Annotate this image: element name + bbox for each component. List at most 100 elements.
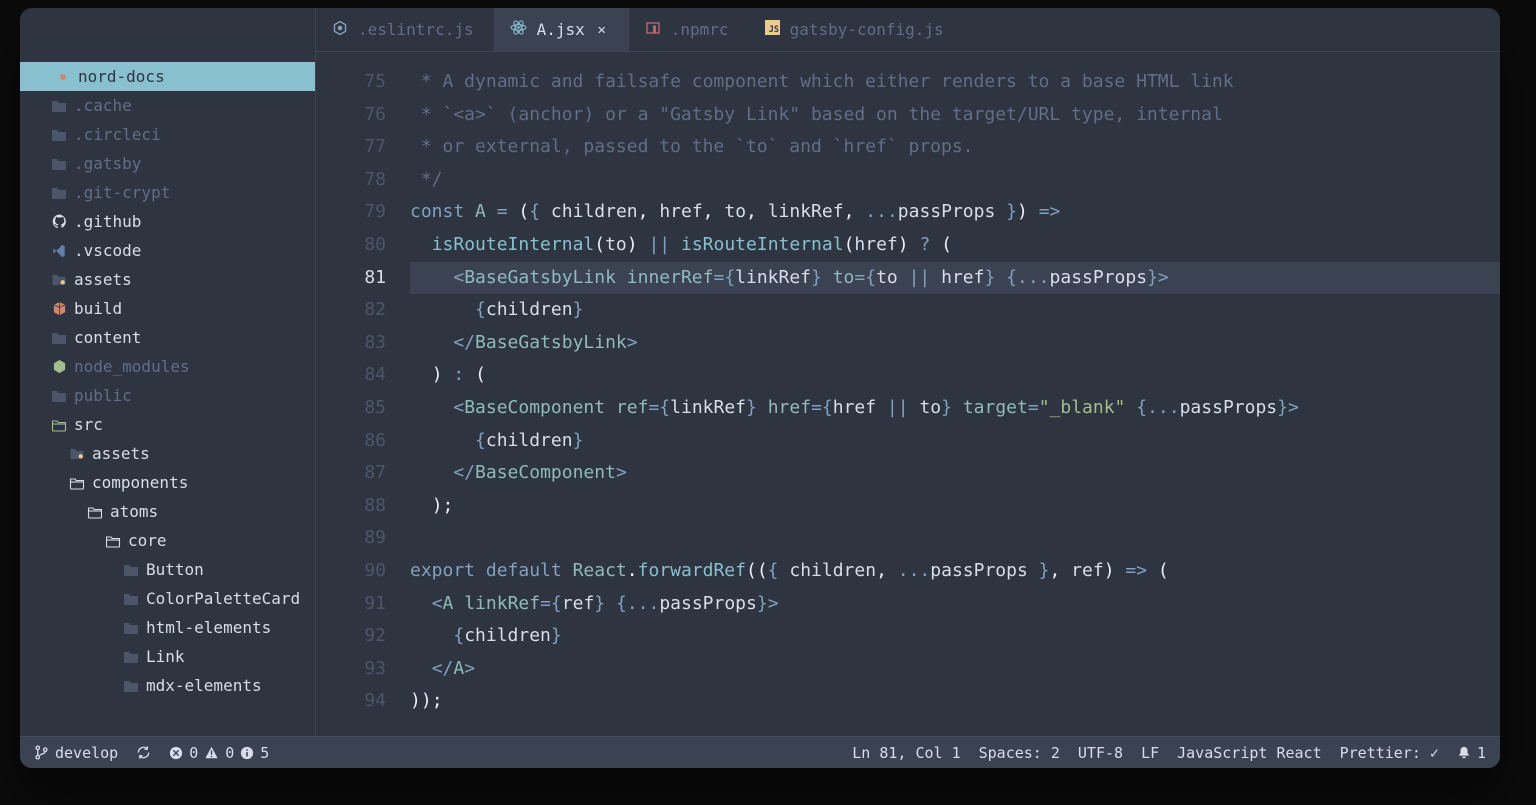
tree-item[interactable]: node_modules (20, 352, 315, 381)
folder-open-src-icon (50, 416, 68, 434)
editor-tab[interactable]: A.jsx✕ (494, 8, 629, 51)
tree-item[interactable]: core (20, 526, 315, 555)
editor-main: .eslintrc.js A.jsx✕.npmrcJSgatsby-config.… (316, 8, 1500, 736)
code-line[interactable] (410, 522, 1500, 555)
sync-button[interactable] (136, 745, 151, 760)
line-number: 78 (316, 164, 386, 197)
tree-root-label: nord-docs (78, 67, 165, 86)
code-line[interactable]: */ (410, 164, 1500, 197)
code-area[interactable]: * A dynamic and failsafe component which… (410, 66, 1500, 736)
tree-item[interactable]: Link (20, 642, 315, 671)
tree-item[interactable]: mdx-elements (20, 671, 315, 700)
code-line[interactable]: {children} (410, 294, 1500, 327)
tree-item-label: mdx-elements (146, 676, 262, 695)
editor-window: nord-docs .cache.circleci.gatsby .git-cry… (20, 8, 1500, 768)
tree-item-label: content (74, 328, 141, 347)
tree-item[interactable]: .cache (20, 91, 315, 120)
line-number: 76 (316, 99, 386, 132)
folder-icon (122, 619, 140, 637)
code-line[interactable]: export default React.forwardRef(({ child… (410, 555, 1500, 588)
tree-item[interactable]: .circleci (20, 120, 315, 149)
code-line[interactable]: ); (410, 490, 1500, 523)
tab-bar[interactable]: .eslintrc.js A.jsx✕.npmrcJSgatsby-config.… (316, 8, 1500, 52)
prettier-status[interactable]: Prettier: ✓ (1340, 744, 1439, 762)
tree-item-label: atoms (110, 502, 158, 521)
folder-icon (122, 648, 140, 666)
line-number: 90 (316, 555, 386, 588)
code-line[interactable]: ) : ( (410, 359, 1500, 392)
folder-icon (50, 126, 68, 144)
code-line[interactable]: isRouteInternal(to) || isRouteInternal(h… (410, 229, 1500, 262)
tree-item[interactable]: components (20, 468, 315, 497)
tree-item[interactable]: src (20, 410, 315, 439)
code-editor[interactable]: 7576777879808182838485868788899091929394… (316, 52, 1500, 736)
tree-item-label: Button (146, 560, 204, 579)
editor-tab[interactable]: .npmrc (629, 8, 749, 51)
tree-item[interactable]: .gatsby (20, 149, 315, 178)
line-number: 82 (316, 294, 386, 327)
eol-selector[interactable]: LF (1141, 744, 1159, 762)
code-line[interactable]: const A = ({ children, href, to, linkRef… (410, 196, 1500, 229)
tree-item[interactable]: assets (20, 265, 315, 294)
tree-item[interactable]: build (20, 294, 315, 323)
cursor-position[interactable]: Ln 81, Col 1 (852, 744, 960, 762)
tree-item[interactable]: public (20, 381, 315, 410)
git-branch-item[interactable]: develop (34, 744, 118, 762)
tree-root[interactable]: nord-docs (20, 62, 315, 91)
error-count: 0 (189, 744, 198, 762)
tree-item-label: public (74, 386, 132, 405)
code-line[interactable]: <A linkRef={ref} {...passProps}> (410, 588, 1500, 621)
file-explorer[interactable]: nord-docs .cache.circleci.gatsby .git-cry… (20, 8, 316, 736)
folder-icon (50, 329, 68, 347)
line-number: 77 (316, 131, 386, 164)
folder-open-icon (68, 474, 86, 492)
code-line[interactable]: <BaseGatsbyLink innerRef={linkRef} to={t… (410, 262, 1500, 295)
tree-item-label: Link (146, 647, 185, 666)
code-line[interactable]: </BaseComponent> (410, 457, 1500, 490)
tree-item[interactable]: .github (20, 207, 315, 236)
tree-item[interactable]: Button (20, 555, 315, 584)
tree-item-label: .github (74, 212, 141, 231)
encoding-selector[interactable]: UTF-8 (1078, 744, 1123, 762)
code-line[interactable]: )); (410, 685, 1500, 718)
line-number: 81 (316, 262, 386, 295)
tree-item[interactable]: html-elements (20, 613, 315, 642)
indent-selector[interactable]: Spaces: 2 (979, 744, 1060, 762)
tree-item[interactable]: atoms (20, 497, 315, 526)
tab-label: .eslintrc.js (358, 20, 474, 39)
tree-item-label: components (92, 473, 188, 492)
status-bar[interactable]: develop 0 0 5 Ln 81, Col 1 Spaces: 2 UTF… (20, 736, 1500, 768)
tree-item[interactable]: content (20, 323, 315, 352)
line-number: 91 (316, 588, 386, 621)
code-line[interactable]: </A> (410, 653, 1500, 686)
code-line[interactable]: <BaseComponent ref={linkRef} href={href … (410, 392, 1500, 425)
code-line[interactable]: * A dynamic and failsafe component which… (410, 66, 1500, 99)
tree-item-label: ColorPaletteCard (146, 589, 300, 608)
tree-item[interactable]: .vscode (20, 236, 315, 265)
language-selector[interactable]: JavaScript React (1177, 744, 1322, 762)
tree-item-label: .git-crypt (74, 183, 170, 202)
warning-count: 0 (225, 744, 234, 762)
editor-tab[interactable]: .eslintrc.js (316, 8, 494, 51)
code-line[interactable]: {children} (410, 620, 1500, 653)
info-count: 5 (260, 744, 269, 762)
code-line[interactable]: </BaseGatsbyLink> (410, 327, 1500, 360)
tree-item[interactable]: ColorPaletteCard (20, 584, 315, 613)
npm-icon (645, 20, 661, 40)
build-icon (50, 300, 68, 318)
folder-icon (50, 97, 68, 115)
notifications-button[interactable]: 1 (1457, 744, 1486, 762)
problems-item[interactable]: 0 0 5 (169, 744, 269, 762)
eslint-icon (332, 20, 348, 40)
folder-icon (50, 155, 68, 173)
code-line[interactable]: * `<a>` (anchor) or a "Gatsby Link" base… (410, 99, 1500, 132)
tree-item[interactable]: .git-crypt (20, 178, 315, 207)
tree-item-label: src (74, 415, 103, 434)
code-line[interactable]: {children} (410, 425, 1500, 458)
close-icon[interactable]: ✕ (595, 23, 609, 37)
editor-tab[interactable]: JSgatsby-config.js (749, 8, 964, 51)
tree-item[interactable]: assets (20, 439, 315, 468)
code-line[interactable]: * or external, passed to the `to` and `h… (410, 131, 1500, 164)
folder-icon (50, 387, 68, 405)
line-number-gutter: 7576777879808182838485868788899091929394 (316, 66, 410, 736)
